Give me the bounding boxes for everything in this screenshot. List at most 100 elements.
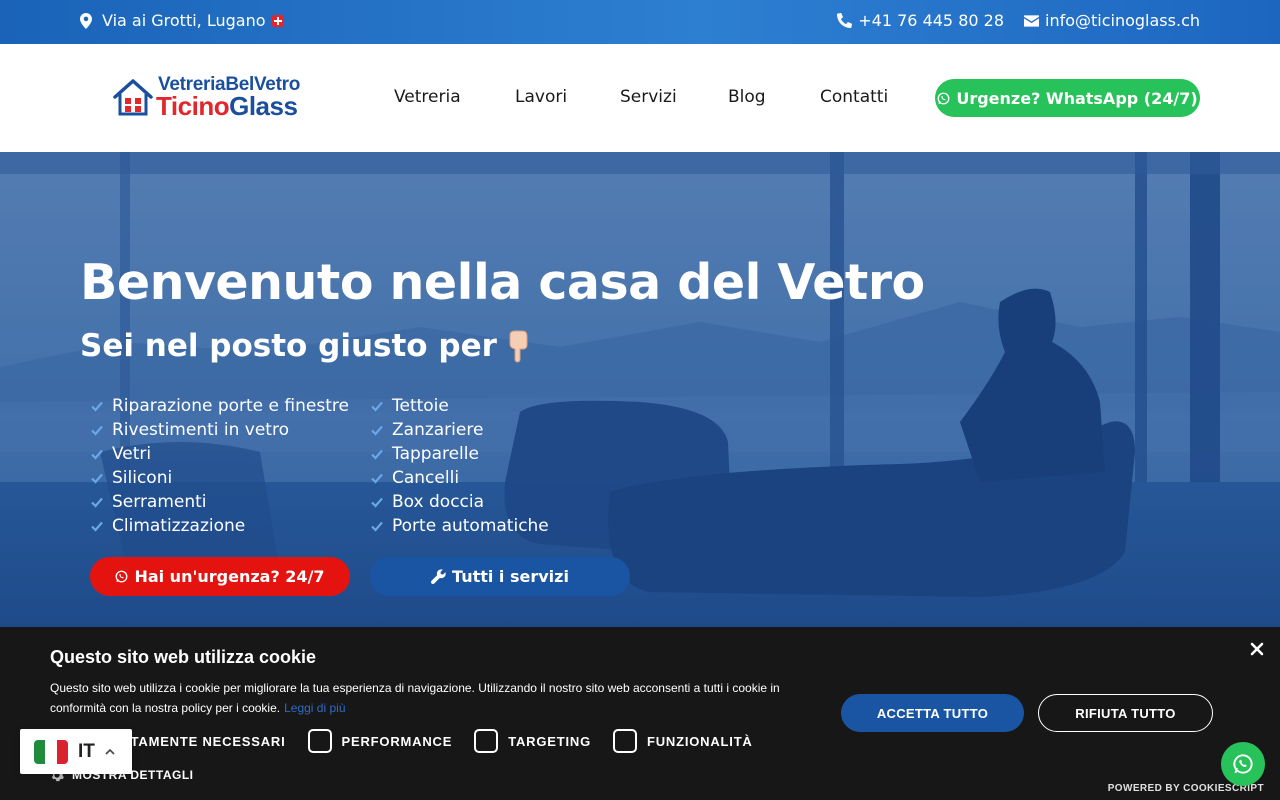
whatsapp-urgent-button[interactable]: Urgenze? WhatsApp (24/7) [935,79,1200,117]
phone-text: +41 76 445 80 28 [858,11,1004,30]
list-item: Cancelli [370,466,549,490]
all-services-button[interactable]: Tutti i servizi [370,557,630,596]
list-item: Siliconi [90,466,349,490]
phone-link[interactable]: +41 76 445 80 28 [837,11,1004,30]
accept-all-button[interactable]: ACCETTA TUTTO [841,694,1024,732]
cookie-read-more-link[interactable]: Leggi di più [284,701,345,715]
check-icon [371,497,383,508]
service-label: Vetri [112,444,152,464]
logo-text-glass: Glass [229,91,298,121]
cookie-title: Questo sito web utilizza cookie [50,647,317,667]
category-label: FUNZIONALITÀ [646,733,753,749]
nav-item-lavori[interactable]: Lavori [515,87,620,107]
list-item: Climatizzazione [90,514,349,538]
list-item: Zanzariere [370,418,549,442]
nav-item-vetreria[interactable]: Vetreria [394,87,515,107]
check-icon [91,473,103,484]
email-text: info@ticinoglass.ch [1045,11,1200,30]
category-performance[interactable]: PERFORMANCE [307,729,453,753]
map-pin-icon [80,12,92,29]
list-item: Serramenti [90,490,349,514]
services-list-right: Tettoie Zanzariere Tapparelle Cancelli B… [370,394,549,538]
service-label: Rivestimenti in vetro [112,420,289,440]
hero-subtitle: Sei nel posto giusto per [80,328,529,364]
whatsapp-urgent-label: Urgenze? WhatsApp (24/7) [956,88,1198,108]
reject-all-button[interactable]: RIFIUTA TUTTO [1038,694,1213,732]
hero-overlay [0,152,1280,627]
category-functionality[interactable]: FUNZIONALITÀ [612,729,753,753]
list-item: Vetri [90,442,349,466]
category-targeting[interactable]: TARGETING [474,729,591,753]
check-icon [91,449,103,460]
logo-text-bottom: TicinoGlass [156,91,298,122]
nav-item-servizi[interactable]: Servizi [620,87,728,107]
language-code: IT [78,740,95,762]
address: Via ai Grotti, Lugano [80,11,284,30]
nav-item-blog[interactable]: Blog [728,87,820,107]
check-icon [91,521,103,532]
hero-section: Benvenuto nella casa del Vetro Sei nel p… [0,152,1280,627]
check-icon [371,425,383,436]
cookie-banner: Questo sito web utilizza cookie Questo s… [0,627,1280,800]
service-label: Siliconi [112,468,173,488]
check-icon [371,473,383,484]
house-logo-icon [113,79,153,116]
nav-item-contatti[interactable]: Contatti [820,87,888,107]
check-icon [371,449,383,460]
checkbox[interactable] [612,729,637,753]
service-label: Climatizzazione [112,516,246,536]
all-services-label: Tutti i servizi [452,567,569,586]
italy-flag-icon [34,739,68,764]
main-nav: Vetreria Lavori Servizi Blog Contatti [394,87,888,107]
floating-whatsapp-button[interactable] [1221,742,1265,786]
swiss-flag-icon [271,14,284,27]
cookie-description: Questo sito web utilizza i cookie per mi… [50,678,820,718]
hero-title: Benvenuto nella casa del Vetro [80,254,925,311]
urgent-whatsapp-button[interactable]: Hai un'urgenza? 24/7 [90,557,350,596]
phone-icon [837,13,853,28]
check-icon [371,521,383,532]
cookie-description-text: Questo sito web utilizza i cookie per mi… [50,681,780,715]
check-icon [91,497,103,508]
service-label: Tettoie [392,396,449,416]
list-item: Box doccia [370,490,549,514]
service-label: Serramenti [112,492,207,512]
address-text: Via ai Grotti, Lugano [102,11,266,30]
list-item: Riparazione porte e finestre [90,394,349,418]
pointing-down-icon [509,330,528,363]
service-label: Box doccia [392,492,485,512]
list-item: Porte automatiche [370,514,549,538]
service-label: Tapparelle [392,444,479,464]
list-item: Tettoie [370,394,549,418]
whatsapp-icon [116,570,128,583]
top-info-bar: Via ai Grotti, Lugano +41 76 445 80 28 i… [0,0,1280,44]
whatsapp-icon [1233,754,1253,774]
checkbox[interactable] [307,729,332,753]
list-item: Tapparelle [370,442,549,466]
site-logo[interactable]: VetreriaBelVetro TicinoGlass [112,74,322,124]
language-switcher[interactable]: IT [20,729,132,774]
check-icon [371,401,383,412]
checkbox[interactable] [474,729,499,753]
list-item: Rivestimenti in vetro [90,418,349,442]
service-label: Cancelli [392,468,460,488]
services-list-left: Riparazione porte e finestre Rivestiment… [90,394,349,538]
wrench-icon [431,569,446,584]
service-label: Riparazione porte e finestre [112,396,349,416]
category-label: PERFORMANCE [341,733,453,749]
cookie-categories: STRETTAMENTE NECESSARI PERFORMANCE TARGE… [50,729,775,753]
logo-text-ticino: Ticino [156,91,230,121]
check-icon [91,401,103,412]
close-icon[interactable] [1249,641,1265,657]
service-label: Porte automatiche [392,516,549,536]
hero-subtitle-text: Sei nel posto giusto per [80,328,497,364]
email-link[interactable]: info@ticinoglass.ch [1024,11,1200,30]
check-icon [91,425,103,436]
envelope-icon [1024,14,1039,27]
whatsapp-icon [937,92,950,104]
urgent-button-label: Hai un'urgenza? 24/7 [134,567,325,586]
category-label: TARGETING [508,733,591,749]
chevron-up-icon [105,748,115,755]
service-label: Zanzariere [392,420,484,440]
site-header: VetreriaBelVetro TicinoGlass Vetreria La… [0,44,1280,152]
